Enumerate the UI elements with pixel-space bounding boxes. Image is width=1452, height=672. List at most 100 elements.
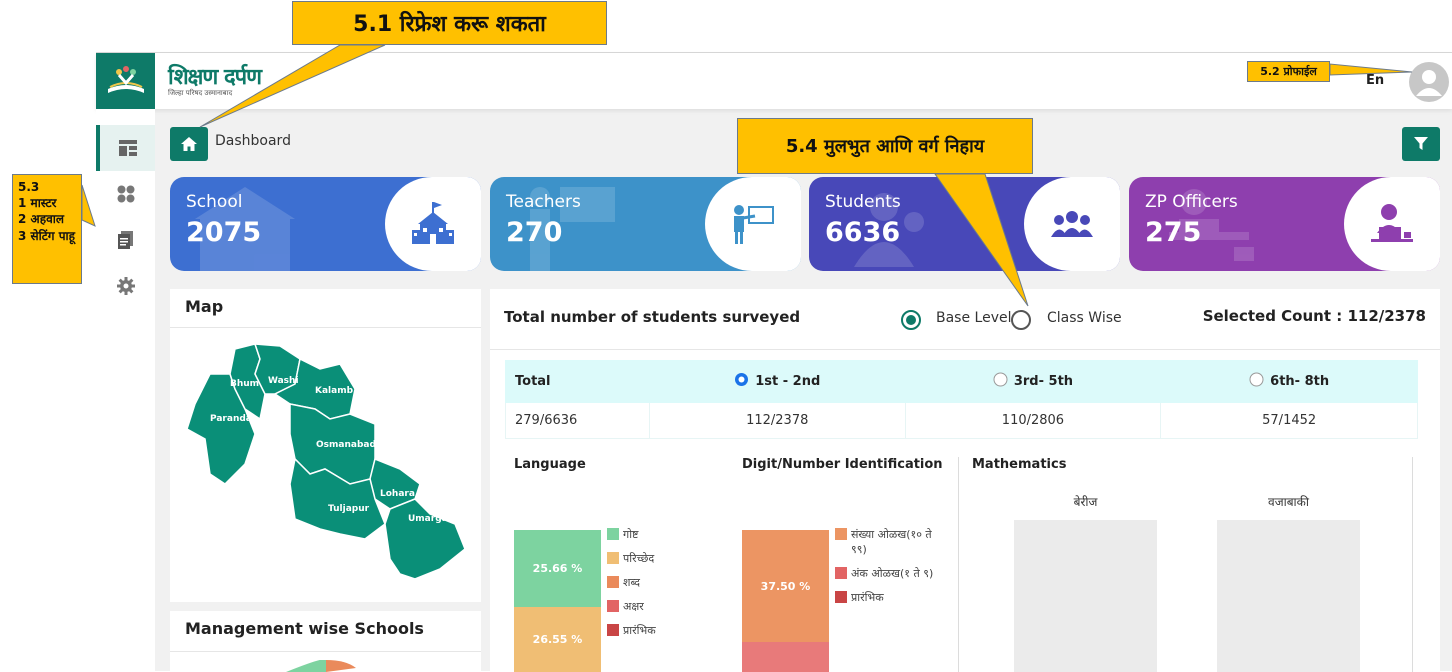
stat-value: 270	[506, 217, 563, 248]
school-icon	[412, 202, 454, 244]
report-icon	[117, 231, 133, 249]
divider	[490, 349, 1440, 350]
table-cell: 57/1452	[1160, 402, 1418, 439]
home-button[interactable]	[170, 127, 208, 161]
management-title: Management wise Schools	[185, 619, 424, 638]
language-stacked-bar: 25.66 % 26.55 %	[514, 530, 601, 672]
table-header-class-6-8[interactable]: 6th- 8th	[1160, 360, 1418, 403]
sidebar-item-master[interactable]	[96, 171, 155, 217]
bar-segment: 37.50 %	[742, 530, 829, 642]
teacher-icon	[734, 205, 774, 244]
legend-item[interactable]: गोष्ट	[607, 527, 717, 542]
map-label-tuljapur: Tuljapur	[328, 504, 370, 514]
sidebar-item-settings[interactable]	[96, 263, 155, 309]
callout-arrow-menu	[81, 184, 96, 227]
map-label-bhum: Bhum	[230, 379, 259, 389]
language-toggle[interactable]: En	[1366, 73, 1384, 88]
class-label: 1st - 2nd	[755, 374, 821, 389]
legend-item[interactable]: प्रारंभिक	[835, 590, 945, 605]
divider	[170, 651, 481, 652]
digit-chart-title: Digit/Number Identification	[742, 457, 943, 472]
legend-label: प्रारंभिक	[623, 624, 656, 637]
digit-legend: संख्या ओळख(१० ते ९९) अंक ओळख(१ ते ९) प्र…	[835, 527, 945, 614]
selected-count: Selected Count : 112/2378	[1202, 307, 1426, 325]
stat-label: Students	[825, 192, 901, 212]
map-card: Map Bhum Washi Kalamb Paranda Osmanabad …	[170, 289, 481, 602]
math-bar-addition	[1014, 520, 1157, 672]
table-row: 279/6636 112/2378 110/2806 57/1452	[505, 402, 1418, 439]
stat-value: 6636	[825, 217, 901, 248]
map-label-paranda: Paranda	[210, 414, 252, 424]
table-cell-total: 279/6636	[505, 402, 650, 439]
app-logo[interactable]	[96, 53, 155, 109]
legend-item[interactable]: परिच्छेद	[607, 551, 717, 566]
legend-label: संख्या ओळख(१० ते ९९)	[851, 528, 932, 556]
legend-label: गोष्ट	[623, 528, 639, 541]
math-chart-title: Mathematics	[972, 457, 1067, 472]
map-label-kalamb: Kalamb	[315, 386, 354, 396]
legend-item[interactable]: प्रारंभिक	[607, 623, 717, 638]
stat-icon-holder	[385, 177, 481, 271]
table-header-total: Total	[505, 360, 650, 403]
math-col-label: वजाबाकी	[1268, 495, 1309, 509]
legend-label: अंक ओळख(१ ते ९)	[851, 567, 934, 580]
bar-segment: 25.66 %	[514, 530, 601, 607]
sidebar-item-dashboard[interactable]	[96, 125, 155, 171]
management-pie-chart	[286, 660, 356, 672]
divider	[958, 457, 959, 672]
radio-class-wise[interactable]	[1011, 310, 1031, 334]
radio-selected-icon	[901, 310, 921, 330]
stat-card-zp-officers[interactable]: ZP Officers 275	[1129, 177, 1440, 271]
callout-base-class: 5.4 मुलभुत आणि वर्ग निहाय	[737, 118, 1033, 174]
stat-card-teachers[interactable]: Teachers 270	[490, 177, 801, 271]
profile-avatar[interactable]	[1409, 62, 1449, 102]
radio-base-label[interactable]: Base Level	[936, 310, 1012, 326]
map-label-lohara: Lohara	[380, 489, 415, 499]
stat-card-students[interactable]: Students 6636	[809, 177, 1120, 271]
radio-unselected-icon	[1011, 310, 1031, 330]
survey-card: Total number of students surveyed Base L…	[490, 289, 1440, 672]
divider	[170, 327, 481, 328]
bar-segment: 26.55 %	[514, 607, 601, 672]
radio-class-label[interactable]: Class Wise	[1047, 310, 1122, 326]
math-bar-subtraction	[1217, 520, 1360, 672]
stat-value: 2075	[186, 217, 262, 248]
table-cell: 110/2806	[904, 402, 1162, 439]
class-table: Total 1st - 2nd 3rd- 5th 6th- 8th 279/66…	[505, 360, 1418, 439]
digit-stacked-bar: 37.50 %	[742, 530, 829, 672]
stat-label: Teachers	[506, 192, 581, 212]
filter-icon	[1414, 137, 1428, 150]
sidebar-item-reports[interactable]	[96, 217, 155, 263]
legend-item[interactable]: संख्या ओळख(१० ते ९९)	[835, 527, 945, 557]
table-header-class-1-2[interactable]: 1st - 2nd	[648, 360, 906, 403]
sidebar	[96, 109, 155, 672]
legend-item[interactable]: अंक ओळख(१ ते ९)	[835, 566, 945, 581]
breadcrumb[interactable]: Dashboard	[215, 133, 291, 149]
legend-item[interactable]: अक्षर	[607, 599, 717, 614]
stat-card-school[interactable]: School 2075	[170, 177, 481, 271]
main-content: Dashboard School 2075 Teachers 270 Stude…	[155, 109, 1452, 672]
stat-icon-holder	[1344, 177, 1440, 271]
district-map[interactable]: Bhum Washi Kalamb Paranda Osmanabad Loha…	[170, 334, 481, 594]
divider	[1412, 457, 1413, 672]
filter-button[interactable]	[1402, 127, 1440, 161]
table-cell: 112/2378	[648, 402, 906, 439]
stat-icon-holder	[705, 177, 801, 271]
students-icon	[1051, 211, 1093, 237]
legend-item[interactable]: शब्द	[607, 575, 717, 590]
survey-title: Total number of students surveyed	[504, 308, 801, 326]
radio-unselected-icon	[1249, 372, 1264, 391]
legend-label: अक्षर	[623, 600, 644, 613]
map-title: Map	[185, 297, 224, 316]
table-header-class-3-5[interactable]: 3rd- 5th	[904, 360, 1162, 403]
stat-label: ZP Officers	[1145, 192, 1238, 212]
radio-base-level[interactable]	[901, 310, 921, 334]
stat-icon-holder	[1024, 177, 1120, 271]
math-col-label: बेरीज	[1073, 495, 1098, 509]
map-label-washi: Washi	[268, 376, 299, 386]
stat-value: 275	[1145, 217, 1202, 248]
language-legend: गोष्ट परिच्छेद शब्द अक्षर प्रारंभिक	[607, 527, 717, 647]
radio-unselected-icon	[993, 372, 1008, 391]
brand-title: शिक्षण दर्पण	[168, 65, 262, 90]
officer-icon	[1371, 204, 1413, 242]
